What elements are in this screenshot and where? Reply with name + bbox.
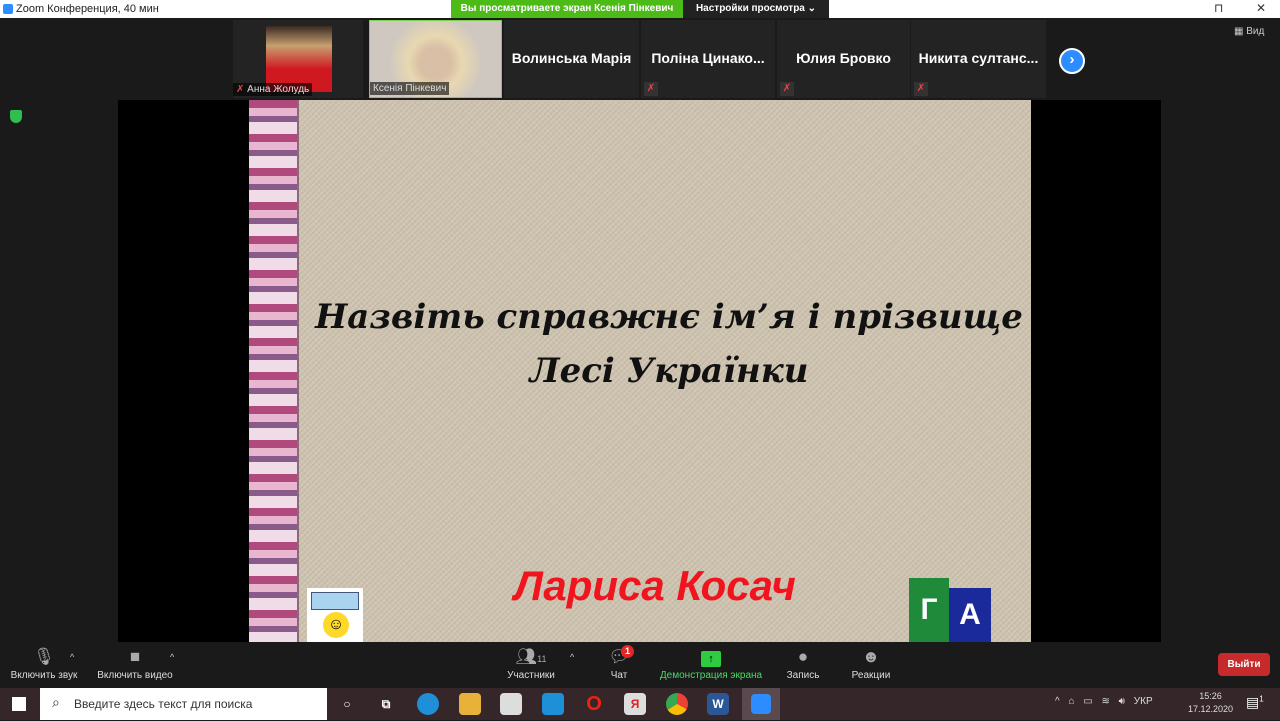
chat-badge: 1	[621, 645, 634, 658]
participant-name: ✗ Анна Жолудь	[233, 83, 313, 96]
participant-strip	[0, 18, 1280, 100]
participant-name: Никита султанс...	[918, 50, 1039, 66]
smiley-icon: ☺	[323, 612, 349, 638]
participants-options-caret[interactable]: ^	[570, 652, 574, 662]
security-shield-icon[interactable]	[10, 110, 22, 123]
participant-tile[interactable]: Поліна Цинако... ✗	[641, 20, 775, 98]
system-tray[interactable]: ^ ⌂ ▭ ≋ 🔊︎ УКР	[1055, 696, 1153, 707]
task-view-icon[interactable]: ⧉	[375, 693, 397, 715]
view-options-button[interactable]: Настройки просмотра ⌄	[683, 0, 829, 18]
edge-icon[interactable]	[417, 693, 439, 715]
view-button[interactable]: ▦ Вид	[1234, 26, 1264, 37]
logo: ГА	[879, 578, 1009, 642]
participant-tile[interactable]: Никита султанс... ✗	[911, 20, 1046, 98]
record-icon: ●	[797, 647, 809, 666]
language-indicator: УКР	[1133, 696, 1153, 707]
sharing-banner: Вы просматриваете экран Ксенія Пінкевич	[451, 0, 683, 18]
yandex-browser-icon[interactable]: Я	[624, 693, 646, 715]
video-off-icon: ■	[129, 647, 141, 666]
slide-question: Назвіть справжнє ім’я і прізвище Лесі Укр…	[315, 297, 1023, 392]
taskbar-search-input[interactable]: ⌕ Введите здесь текст для поиска	[40, 688, 327, 720]
cortana-icon[interactable]: ○	[336, 693, 358, 715]
share-screen-button[interactable]: ↑ Демонстрация экрана	[655, 646, 767, 681]
meeting-toolbar	[0, 642, 1280, 688]
reactions-button[interactable]: ☻ Реакции	[846, 646, 896, 681]
back-arrow-button[interactable]: ☺	[307, 588, 363, 642]
store-icon[interactable]	[500, 693, 522, 715]
leave-button[interactable]: Выйти	[1218, 653, 1270, 676]
embroidery-ornament	[249, 100, 299, 642]
window-title: Zoom Конференция, 40 мин	[16, 3, 159, 15]
zoom-logo-icon	[3, 4, 13, 14]
participants-icon: 👥︎	[515, 647, 538, 666]
participant-name: Поліна Цинако...	[651, 50, 765, 66]
mic-muted-icon: ✗	[644, 82, 658, 96]
arrow-left-icon	[311, 592, 359, 610]
share-screen-icon: ↑	[701, 651, 721, 667]
mic-muted-icon: ✗	[914, 82, 928, 96]
participant-tile[interactable]: ✗ Анна Жолудь	[233, 20, 363, 98]
participant-tile[interactable]: Юлия Бровко ✗	[777, 20, 910, 98]
file-explorer-icon[interactable]	[459, 693, 481, 715]
search-icon: ⌕	[52, 694, 60, 710]
start-video-button[interactable]: ■ Включить видео	[94, 646, 176, 681]
zoom-taskbar-icon[interactable]	[742, 688, 780, 720]
mic-muted-icon: ✗	[236, 84, 248, 95]
presentation-slide: Назвіть справжнє ім’я і прізвище Лесі Укр…	[249, 100, 1031, 642]
next-page-arrow-icon[interactable]: ›	[1059, 48, 1085, 74]
word-icon[interactable]: W	[707, 693, 729, 715]
participants-button[interactable]: 👥︎11 Участники	[500, 646, 562, 681]
participant-name: Волинська Марія	[511, 50, 632, 66]
record-button[interactable]: ● Запись	[783, 646, 823, 681]
mic-muted-icon: ✗	[780, 82, 794, 96]
participant-tile-active[interactable]: Ксенія Пінкевич	[369, 20, 502, 98]
video-options-caret[interactable]: ^	[170, 652, 174, 662]
minimize-button[interactable]: ⊓	[1214, 1, 1223, 15]
notifications-icon[interactable]: ▤1	[1246, 694, 1264, 711]
audio-options-caret[interactable]: ^	[70, 652, 74, 662]
participant-tile[interactable]: Волинська Марія	[504, 20, 639, 98]
participant-name: Юлия Бровко	[796, 50, 891, 66]
clock[interactable]: 15:26 17.12.2020	[1188, 690, 1233, 716]
reactions-icon: ☻	[862, 647, 880, 666]
mail-icon[interactable]	[542, 693, 564, 715]
participant-name: Ксенія Пінкевич	[370, 82, 450, 95]
opera-icon[interactable]: O	[583, 693, 605, 715]
close-button[interactable]: ✕	[1256, 1, 1266, 15]
windows-start-icon[interactable]	[12, 697, 26, 711]
chrome-icon[interactable]	[666, 693, 688, 715]
slide-answer: Лариса Косач	[514, 562, 796, 609]
